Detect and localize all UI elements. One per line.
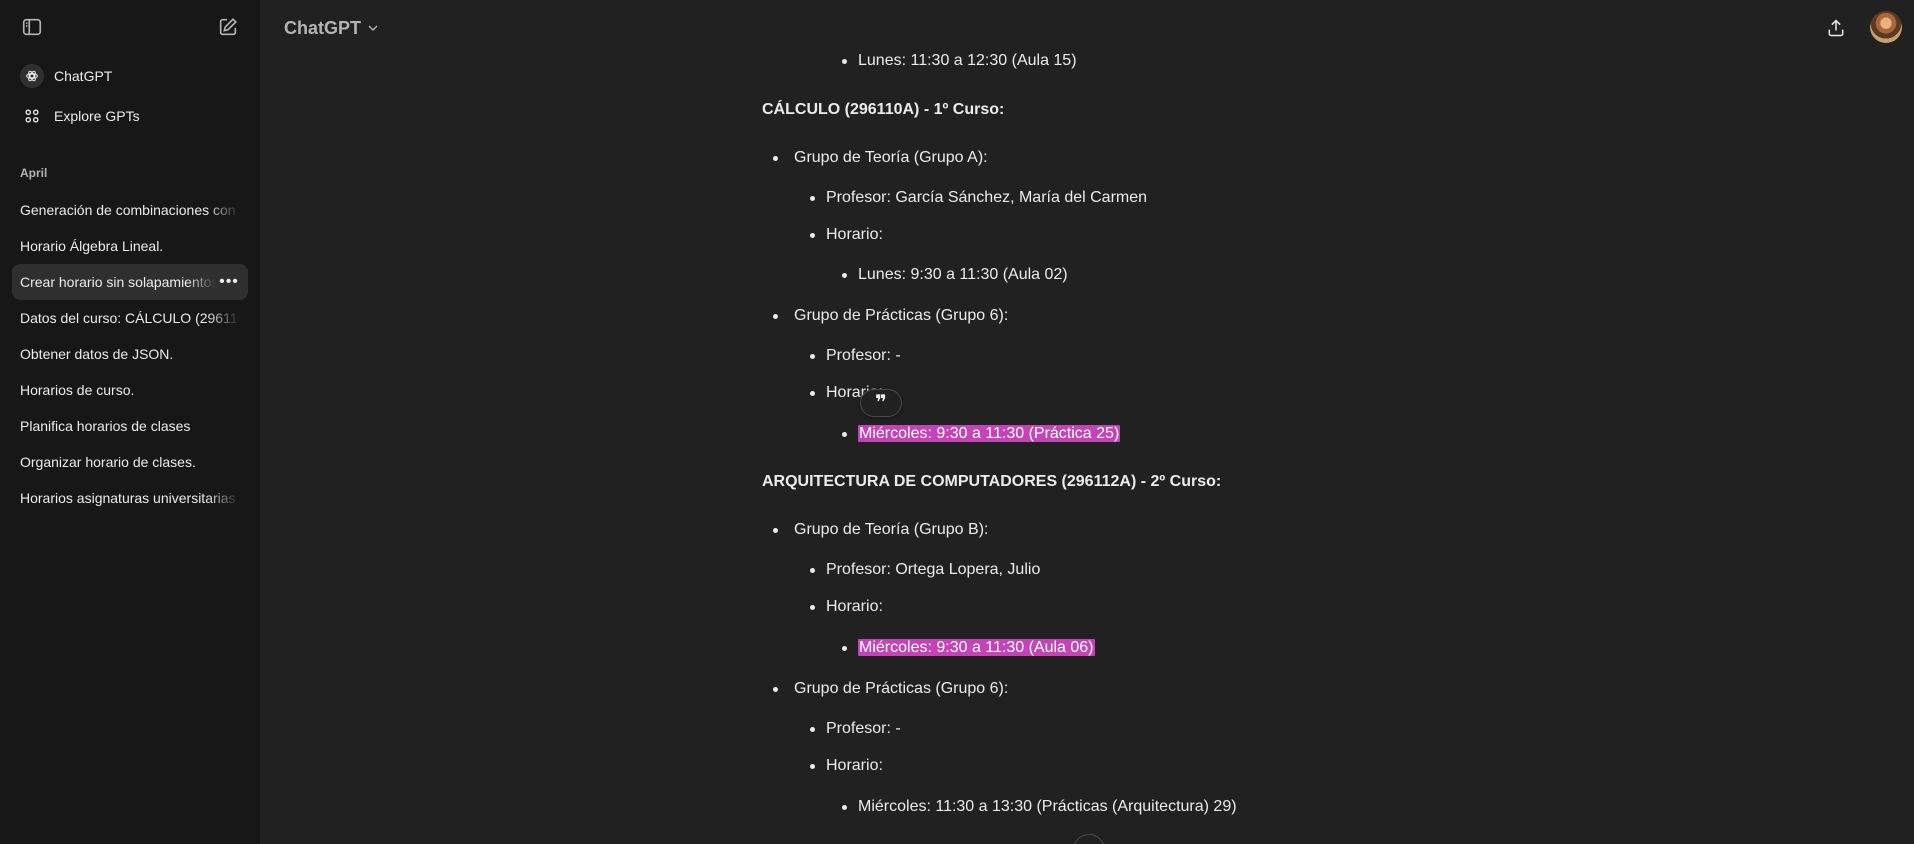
bullet [810, 605, 815, 610]
bullet [773, 528, 778, 533]
sidebar-item-explore-gpts[interactable]: Explore GPTs [12, 98, 248, 134]
sidebar-toggle-button[interactable] [16, 11, 48, 43]
user-avatar[interactable] [1870, 11, 1902, 43]
chat-history-item[interactable]: Horario Álgebra Lineal. [12, 228, 248, 264]
bullet [842, 432, 847, 437]
bullet [773, 687, 778, 692]
chat-title: Planifica horarios de clases [20, 418, 191, 434]
group-label: Grupo de Prácticas (Grupo 6): [794, 307, 1009, 324]
chat-history-item-active[interactable]: Crear horario sin solapamientos ••• [12, 264, 248, 300]
bullet [842, 59, 847, 64]
share-button[interactable] [1820, 12, 1852, 44]
schedule-label: Horario: [826, 226, 883, 243]
bullet [810, 727, 815, 732]
compose-icon [219, 18, 237, 36]
schedule-slot: Lunes: 9:30 a 11:30 (Aula 02) [858, 266, 1068, 283]
group-label: Grupo de Teoría (Grupo B): [794, 521, 989, 538]
professor-label: Profesor: - [826, 347, 901, 364]
course-heading: ARQUITECTURA DE COMPUTADORES (296112A) -… [762, 473, 1222, 490]
chat-history-item[interactable]: Horarios asignaturas universitarias [12, 480, 248, 516]
bullet [810, 354, 815, 359]
model-label: ChatGPT [284, 17, 362, 38]
bullet [810, 568, 815, 573]
chat-history-item[interactable]: Planifica horarios de clases [12, 408, 248, 444]
schedule-slot: Miércoles: 11:30 a 13:30 (Prácticas (Arq… [858, 798, 1237, 815]
sidebar-section-label: April [20, 166, 48, 180]
sidebar-top-bar [0, 0, 260, 54]
schedule-slot-highlighted: Miércoles: 9:30 a 11:30 (Aula 06) [858, 639, 1095, 657]
chat-title: Obtener datos de JSON. [20, 346, 174, 362]
schedule-label: Horario: [826, 757, 883, 774]
chat-title: Crear horario sin solapamientos [20, 274, 216, 290]
model-selector[interactable]: ChatGPT [276, 12, 387, 44]
course-heading: CÁLCULO (296110A) - 1º Curso: [762, 101, 1005, 118]
professor-label: Profesor: Ortega Lopera, Julio [826, 561, 1041, 578]
schedule-label: Horario: [826, 598, 883, 615]
schedule-slot-highlighted: Miércoles: 9:30 a 11:30 (Práctica 25) [858, 425, 1121, 443]
more-options-icon[interactable]: ••• [218, 270, 240, 294]
bullet [810, 391, 815, 396]
chat-title: Datos del curso: CÁLCULO (296110 [20, 310, 240, 326]
group-label: Grupo de Teoría (Grupo A): [794, 149, 988, 166]
text-highlight[interactable]: Miércoles: 9:30 a 11:30 (Práctica 25) [858, 425, 1121, 442]
quote-reply-button[interactable]: ❞ [860, 389, 902, 417]
sidebar-item-label: ChatGPT [54, 68, 113, 84]
chat-title: Horario Álgebra Lineal. [20, 238, 164, 254]
group-label: Grupo de Prácticas (Grupo 6): [794, 680, 1009, 697]
bullet [842, 805, 847, 810]
chat-title: Generación de combinaciones con [20, 202, 236, 218]
new-chat-button[interactable] [212, 11, 244, 43]
chevron-down-icon [368, 25, 378, 31]
openai-logo-icon [20, 64, 44, 88]
sidebar: ChatGPT Explore GPTs April Generación de… [0, 0, 260, 844]
chat-title: Horarios de curso. [20, 382, 135, 398]
professor-label: Profesor: - [826, 720, 901, 737]
bullet [842, 273, 847, 278]
assistant-message: Lunes: 11:30 a 12:30 (Aula 15) CÁLCULO (… [762, 0, 1462, 844]
bullet [810, 233, 815, 238]
sidebar-item-label: Explore GPTs [54, 108, 140, 124]
text-highlight[interactable]: Miércoles: 9:30 a 11:30 (Aula 06) [858, 639, 1095, 656]
chat-history-item[interactable]: Horarios de curso. [12, 372, 248, 408]
bullet [773, 156, 778, 161]
bullet [810, 764, 815, 769]
professor-label: Profesor: García Sánchez, María del Carm… [826, 189, 1148, 206]
chat-history-item[interactable]: Obtener datos de JSON. [12, 336, 248, 372]
sidebar-item-chatgpt[interactable]: ChatGPT [12, 58, 248, 94]
sidebar-icon [22, 18, 42, 36]
grid-icon [20, 104, 44, 128]
chat-history-list: Generación de combinaciones con Horario … [12, 192, 248, 516]
chat-history-item[interactable]: Generación de combinaciones con [12, 192, 248, 228]
app-window: ChatGPT Explore GPTs April Generación de… [0, 0, 1914, 844]
bullet [773, 314, 778, 319]
bullet [810, 196, 815, 201]
chat-title: Organizar horario de clases. [20, 454, 196, 470]
quote-icon: ❞ [875, 392, 887, 414]
bullet [842, 646, 847, 651]
chat-history-item[interactable]: Datos del curso: CÁLCULO (296110 [12, 300, 248, 336]
chat-title: Horarios asignaturas universitarias [20, 490, 236, 506]
share-icon [1828, 19, 1844, 37]
schedule-slot: Lunes: 11:30 a 12:30 (Aula 15) [858, 52, 1077, 69]
chat-history-item[interactable]: Organizar horario de clases. [12, 444, 248, 480]
